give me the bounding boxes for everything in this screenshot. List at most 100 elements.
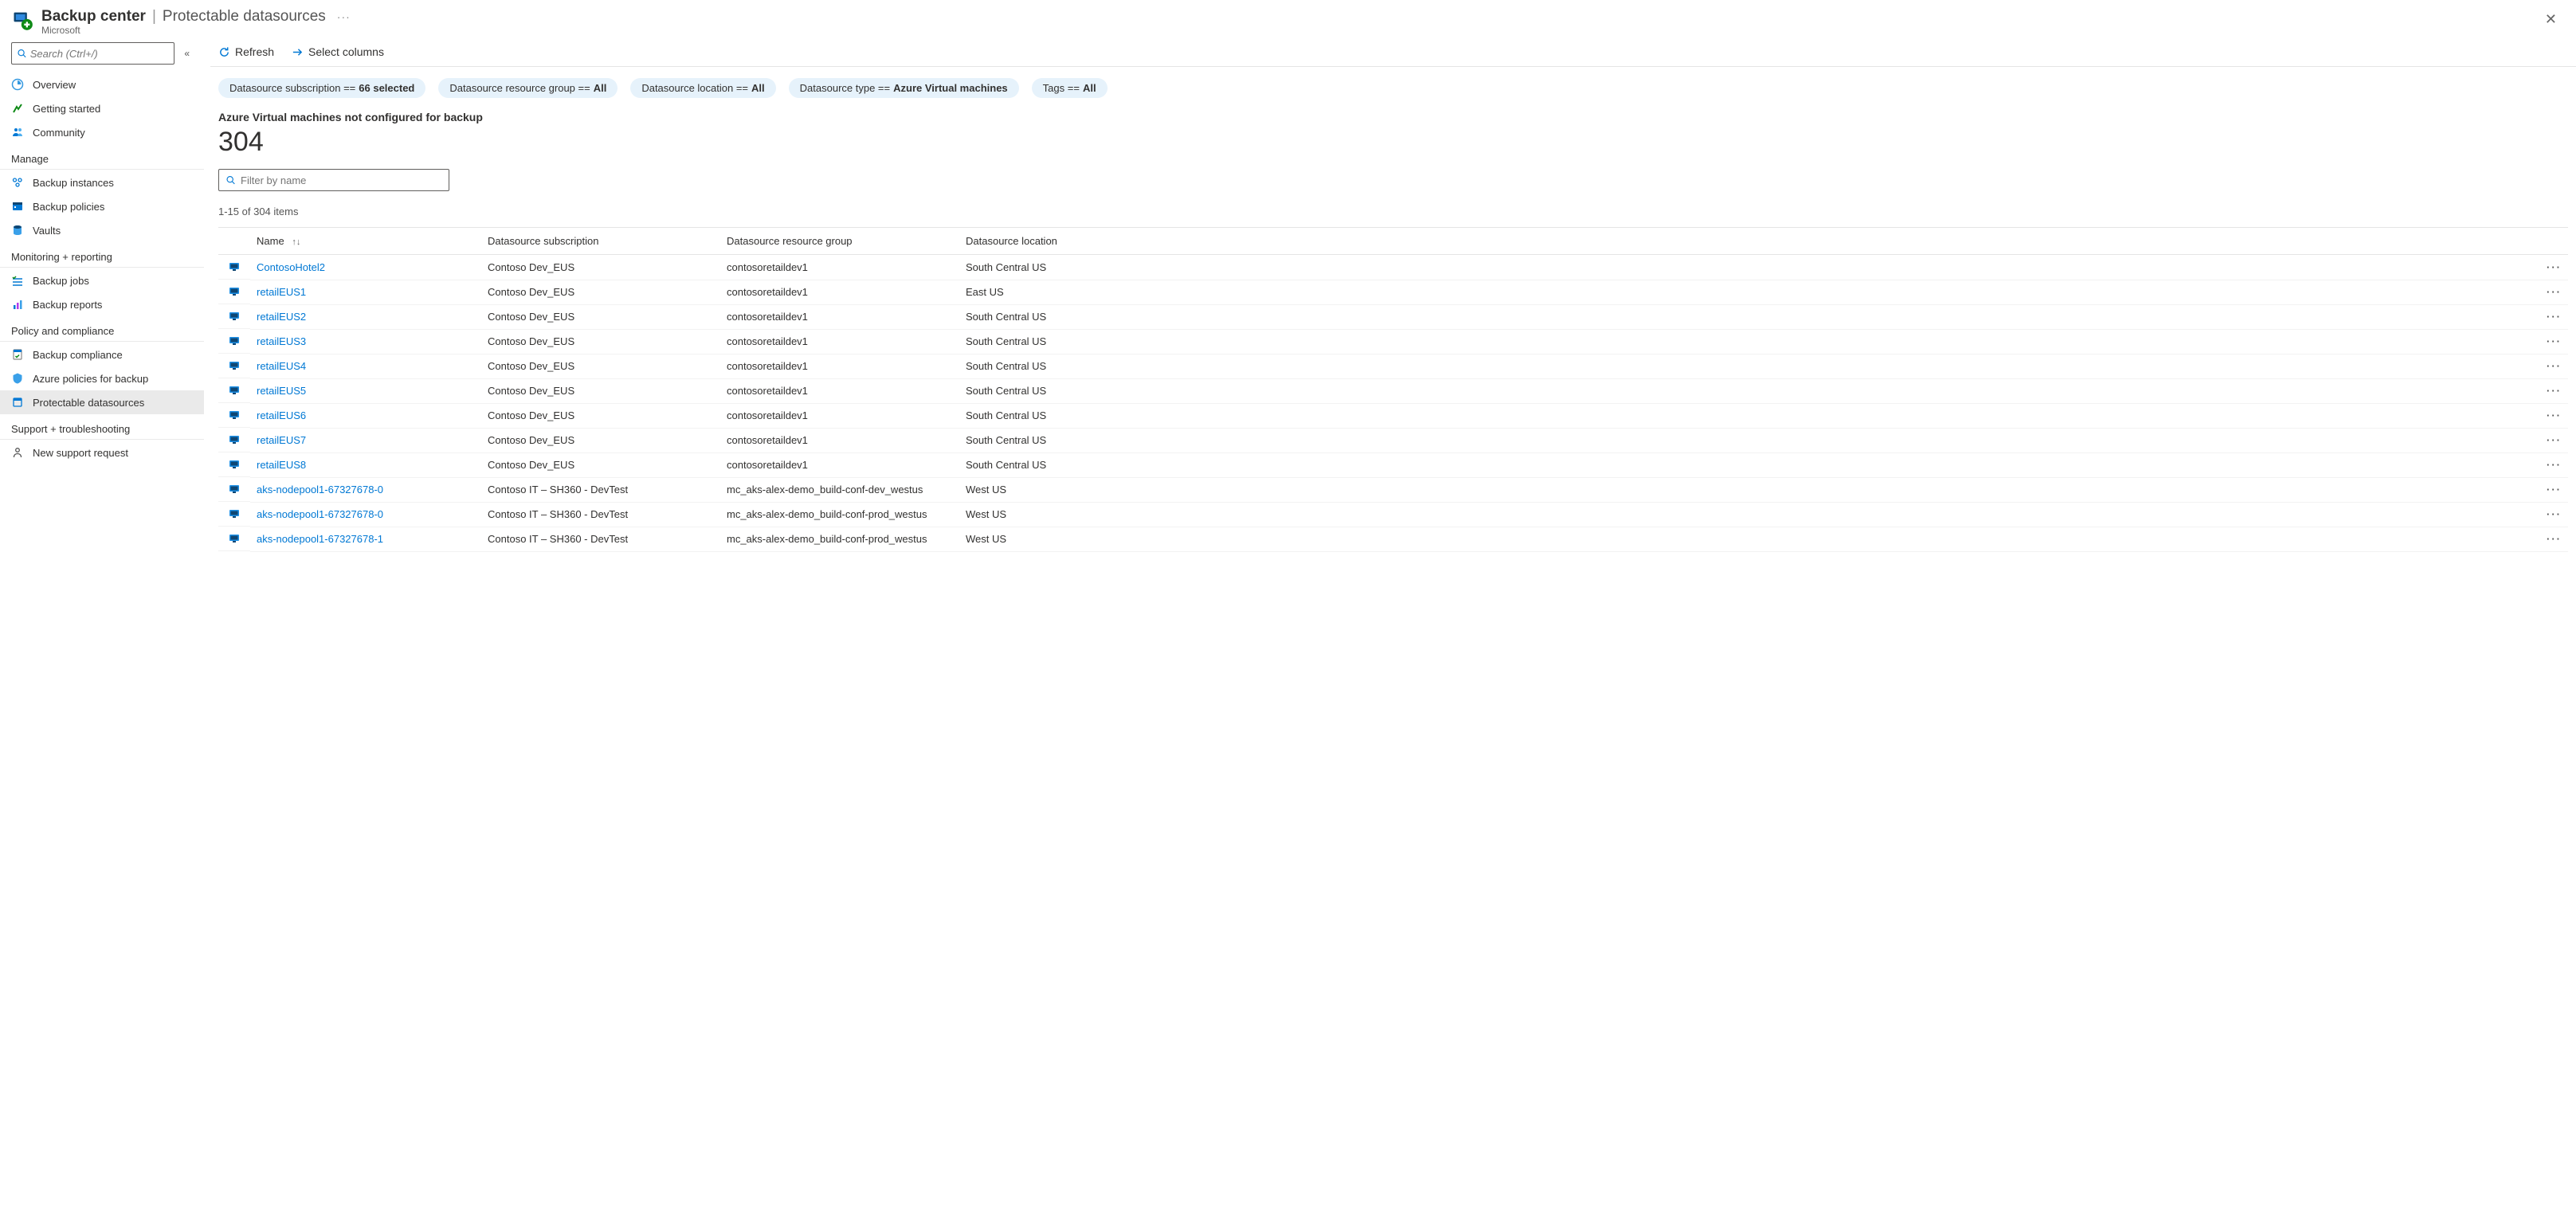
filter-by-name-input[interactable] <box>241 174 442 186</box>
refresh-button[interactable]: Refresh <box>218 45 274 58</box>
row-name-link[interactable]: retailEUS6 <box>257 409 306 421</box>
filter-pill-4[interactable]: Tags == All <box>1032 78 1108 98</box>
row-name-link[interactable]: retailEUS2 <box>257 311 306 323</box>
nav-section-manage: Manage <box>0 144 204 170</box>
col-resource-group[interactable]: Datasource resource group <box>720 228 959 255</box>
row-location: South Central US <box>959 428 2528 452</box>
filter-pill-2[interactable]: Datasource location == All <box>630 78 775 98</box>
sidebar-item-protectable-datasources[interactable]: Protectable datasources <box>0 390 204 414</box>
sidebar-item-label: Getting started <box>33 103 100 115</box>
row-location: South Central US <box>959 378 2528 403</box>
table-row: retailEUS5 Contoso Dev_EUS contosoretail… <box>218 378 2568 403</box>
select-columns-button[interactable]: Select columns <box>292 45 384 58</box>
filter-by-name[interactable] <box>218 169 449 191</box>
row-resource-group: contosoretaildev1 <box>720 354 959 378</box>
row-name-link[interactable]: retailEUS8 <box>257 459 306 471</box>
row-name-link[interactable]: retailEUS1 <box>257 286 306 298</box>
sidebar-item-getting-started[interactable]: Getting started <box>0 96 204 120</box>
row-name-link[interactable]: aks-nodepool1-67327678-1 <box>257 533 383 545</box>
backup-center-icon <box>11 9 33 31</box>
vm-icon <box>228 260 241 273</box>
backup-jobs-icon <box>11 274 24 287</box>
table-row: retailEUS2 Contoso Dev_EUS contosoretail… <box>218 304 2568 329</box>
row-location: West US <box>959 502 2528 527</box>
datasources-table: Name ↑↓ Datasource subscription Datasour… <box>218 228 2568 552</box>
vm-icon <box>228 458 241 471</box>
sidebar-item-community[interactable]: Community <box>0 120 204 144</box>
filter-pill-0[interactable]: Datasource subscription == 66 selected <box>218 78 425 98</box>
row-resource-group: contosoretaildev1 <box>720 452 959 477</box>
nav-section-policy-and-compliance: Policy and compliance <box>0 316 204 342</box>
nav-section-monitoring-reporting: Monitoring + reporting <box>0 242 204 268</box>
row-name-link[interactable]: aks-nodepool1-67327678-0 <box>257 508 383 520</box>
row-more-button[interactable]: ··· <box>2528 378 2568 403</box>
sidebar-item-new-support-request[interactable]: New support request <box>0 441 204 464</box>
backup-instances-icon <box>11 176 24 189</box>
row-more-button[interactable]: ··· <box>2528 280 2568 304</box>
table-wrapper[interactable]: Name ↑↓ Datasource subscription Datasour… <box>218 227 2568 1226</box>
sidebar-item-vaults[interactable]: Vaults <box>0 218 204 242</box>
row-more-button[interactable]: ··· <box>2528 255 2568 280</box>
filter-pills-row: Datasource subscription == 66 selected Da… <box>210 67 2576 104</box>
row-more-button[interactable]: ··· <box>2528 354 2568 378</box>
row-resource-group: mc_aks-alex-demo_build-conf-dev_westus <box>720 477 959 502</box>
vm-icon <box>228 409 241 421</box>
row-subscription: Contoso Dev_EUS <box>481 354 720 378</box>
row-more-button[interactable]: ··· <box>2528 527 2568 551</box>
row-name-link[interactable]: retailEUS3 <box>257 335 306 347</box>
row-name-link[interactable]: retailEUS4 <box>257 360 306 372</box>
sidebar-item-backup-jobs[interactable]: Backup jobs <box>0 268 204 292</box>
sidebar-item-backup-instances[interactable]: Backup instances <box>0 170 204 194</box>
sidebar-item-overview[interactable]: Overview <box>0 72 204 96</box>
row-location: South Central US <box>959 329 2528 354</box>
row-more-button[interactable]: ··· <box>2528 329 2568 354</box>
select-columns-label: Select columns <box>308 45 384 58</box>
row-more-button[interactable]: ··· <box>2528 502 2568 527</box>
row-name-link[interactable]: aks-nodepool1-67327678-0 <box>257 484 383 495</box>
row-resource-group: contosoretaildev1 <box>720 255 959 280</box>
sidebar-item-backup-compliance[interactable]: Backup compliance <box>0 343 204 366</box>
table-row: aks-nodepool1-67327678-0 Contoso IT – SH… <box>218 502 2568 527</box>
new-support-request-icon <box>11 446 24 459</box>
sidebar-search-input[interactable] <box>30 48 170 60</box>
row-name-link[interactable]: ContosoHotel2 <box>257 261 325 273</box>
close-button[interactable]: ✕ <box>2540 8 2562 31</box>
sidebar-item-label: Backup policies <box>33 201 104 213</box>
filter-pill-1[interactable]: Datasource resource group == All <box>438 78 618 98</box>
col-location[interactable]: Datasource location <box>959 228 2528 255</box>
vm-icon <box>228 507 241 520</box>
command-bar: Refresh Select columns <box>210 41 2576 67</box>
table-row: retailEUS1 Contoso Dev_EUS contosoretail… <box>218 280 2568 304</box>
sidebar-item-backup-reports[interactable]: Backup reports <box>0 292 204 316</box>
row-more-button[interactable]: ··· <box>2528 477 2568 502</box>
filter-pill-3[interactable]: Datasource type == Azure Virtual machine… <box>789 78 1019 98</box>
col-name[interactable]: Name ↑↓ <box>250 228 481 255</box>
vm-icon <box>228 310 241 323</box>
header-title-main: Backup center <box>41 8 146 25</box>
vm-icon <box>228 433 241 446</box>
row-name-link[interactable]: retailEUS5 <box>257 385 306 397</box>
sidebar-search[interactable] <box>11 42 174 65</box>
row-resource-group: mc_aks-alex-demo_build-conf-prod_westus <box>720 527 959 551</box>
row-subscription: Contoso Dev_EUS <box>481 378 720 403</box>
table-row: retailEUS8 Contoso Dev_EUS contosoretail… <box>218 452 2568 477</box>
row-name-link[interactable]: retailEUS7 <box>257 434 306 446</box>
row-more-button[interactable]: ··· <box>2528 428 2568 452</box>
page-header: Backup center | Protectable datasources … <box>0 0 2576 41</box>
vm-icon <box>228 359 241 372</box>
summary-count: 304 <box>218 127 2562 158</box>
row-more-button[interactable]: ··· <box>2528 452 2568 477</box>
header-more-button[interactable]: ··· <box>337 10 351 23</box>
row-subscription: Contoso Dev_EUS <box>481 403 720 428</box>
row-subscription: Contoso IT – SH360 - DevTest <box>481 477 720 502</box>
sidebar-item-backup-policies[interactable]: Backup policies <box>0 194 204 218</box>
col-subscription[interactable]: Datasource subscription <box>481 228 720 255</box>
sidebar: « Overview Getting started CommunityManage… <box>0 41 204 1226</box>
row-location: South Central US <box>959 255 2528 280</box>
sidebar-item-azure-policies-for-backup[interactable]: Azure policies for backup <box>0 366 204 390</box>
row-resource-group: contosoretaildev1 <box>720 329 959 354</box>
row-more-button[interactable]: ··· <box>2528 304 2568 329</box>
table-row: ContosoHotel2 Contoso Dev_EUS contosoret… <box>218 255 2568 280</box>
row-more-button[interactable]: ··· <box>2528 403 2568 428</box>
sidebar-collapse-button[interactable]: « <box>181 46 193 61</box>
